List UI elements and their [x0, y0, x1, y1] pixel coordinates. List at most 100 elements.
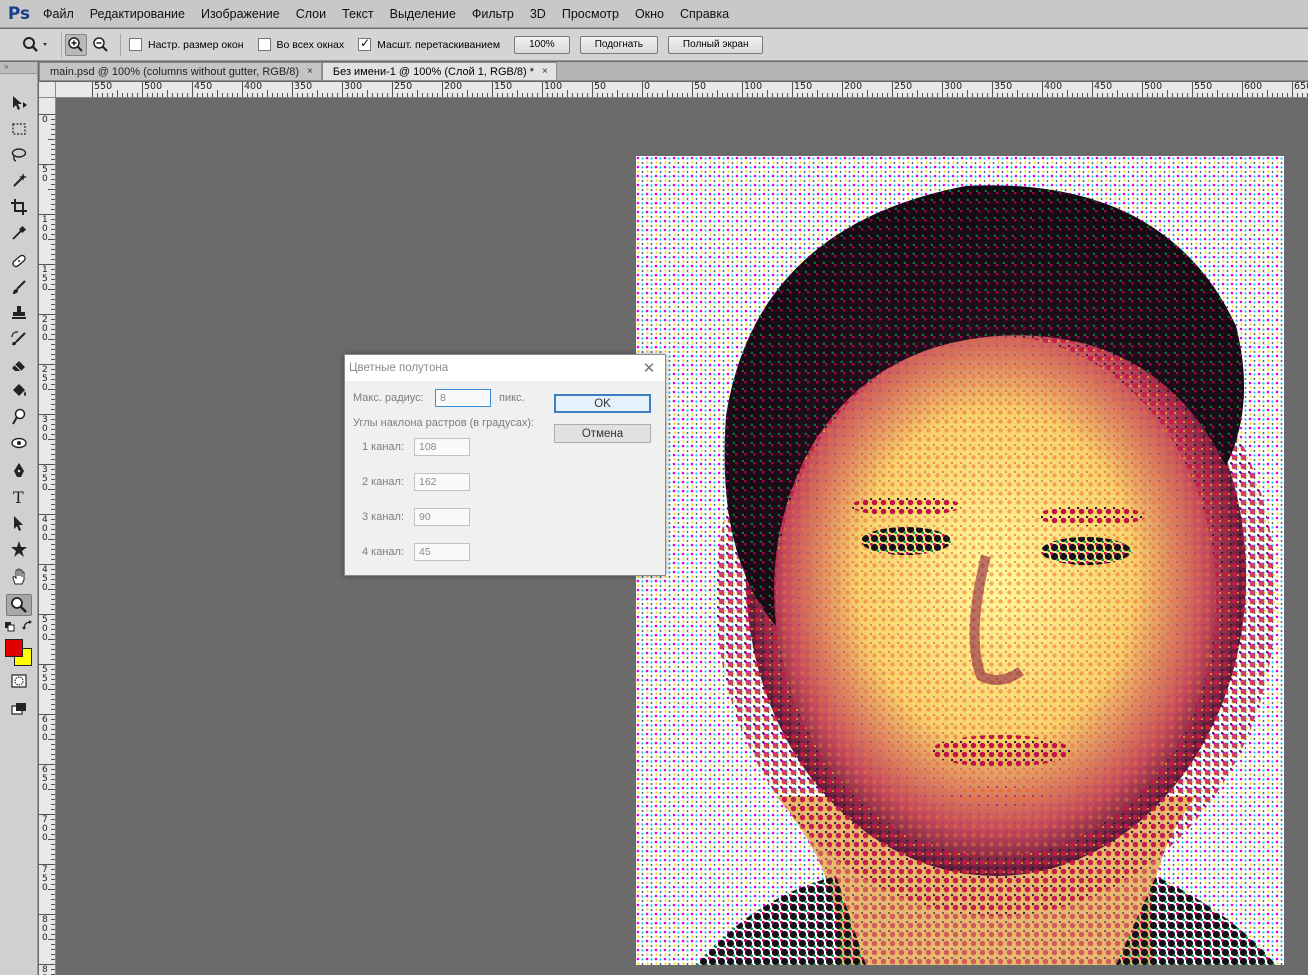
close-icon[interactable]: ✕ — [639, 358, 659, 378]
channel-4-input[interactable]: 45 — [414, 543, 470, 561]
ruler-v-minor-tick — [51, 784, 55, 785]
history-brush-tool[interactable] — [6, 328, 32, 350]
resize-windows-checkbox[interactable]: Настр. размер окон — [129, 38, 244, 51]
ruler-h-minor-tick — [477, 93, 478, 97]
ruler-v-minor-tick — [51, 229, 55, 230]
type-tool[interactable]: T — [6, 486, 32, 508]
ruler-h-minor-tick — [552, 93, 553, 97]
ruler-h-minor-tick — [1212, 93, 1213, 97]
menu-edit[interactable]: Редактирование — [83, 7, 192, 21]
ruler-h-minor-tick — [1132, 93, 1133, 97]
max-radius-label: Макс. радиус: — [353, 392, 424, 404]
cancel-button[interactable]: Отмена — [554, 424, 651, 443]
ruler-v-minor-tick — [51, 259, 55, 260]
channel-1-input[interactable]: 108 — [414, 438, 470, 456]
halftone-portrait-image[interactable] — [636, 156, 1284, 965]
menu-3d[interactable]: 3D — [523, 7, 553, 21]
healing-brush-tool[interactable] — [6, 250, 32, 272]
move-tool[interactable] — [6, 92, 32, 114]
crop-tool[interactable] — [6, 196, 32, 218]
hand-tool[interactable] — [6, 566, 32, 588]
ruler-h-minor-tick — [962, 93, 963, 97]
ruler-h-minor-tick — [172, 93, 173, 97]
dodge-tool[interactable] — [6, 406, 32, 428]
dodge-icon — [12, 408, 26, 425]
ruler-h-minor-tick — [422, 93, 423, 97]
close-tab-icon[interactable]: × — [542, 66, 548, 77]
ruler-h-minor-tick — [432, 93, 433, 97]
zoom-tool[interactable] — [6, 594, 32, 616]
channel-3-input[interactable]: 90 — [414, 508, 470, 526]
tool-preset-picker[interactable] — [8, 31, 62, 58]
resize-windows-box[interactable] — [129, 38, 142, 51]
fill-screen-button[interactable]: Полный экран — [667, 35, 764, 54]
pen-tool[interactable] — [6, 460, 32, 482]
ruler-origin[interactable] — [39, 82, 56, 98]
ruler-v-minor-tick — [51, 594, 55, 595]
ruler-h-minor-tick — [547, 93, 548, 97]
tab-main-psd[interactable]: main.psd @ 100% (columns without gutter,… — [39, 62, 322, 80]
path-selection-tool[interactable] — [6, 512, 32, 534]
toolbox-collapse-handle[interactable]: » — [0, 62, 37, 74]
scrubby-zoom-checkbox[interactable]: Масшт. перетаскиванием — [358, 36, 500, 51]
options-bar: Настр. размер окон Во всех окнах Масшт. … — [0, 29, 1308, 61]
ok-button[interactable]: OK — [554, 394, 651, 413]
horizontal-ruler[interactable]: 550 500 450 400 350 300 250 200 150 100 50 0 50 100 15… — [56, 82, 1308, 98]
dialog-titlebar[interactable]: Цветные полутона ✕ — [345, 355, 665, 381]
ruler-h-minor-tick — [1197, 93, 1198, 97]
channel-2-input[interactable]: 162 — [414, 473, 470, 491]
vertical-ruler[interactable]: 0 50 100 150 200 250 300 350 400 450 500 550 600 650 7… — [39, 98, 56, 975]
ruler-v-minor-tick — [51, 119, 55, 120]
menu-file[interactable]: Файл — [36, 7, 81, 21]
ruler-v-minor-tick — [51, 269, 55, 270]
menu-select[interactable]: Выделение — [383, 7, 463, 21]
ruler-h-minor-tick — [1172, 93, 1173, 97]
zoom-in-mode-button[interactable] — [65, 33, 87, 56]
custom-shape-tool[interactable] — [6, 538, 32, 560]
clone-stamp-tool[interactable] — [6, 302, 32, 324]
foreground-color-swatch[interactable] — [5, 639, 23, 657]
zoom-out-mode-button[interactable] — [90, 34, 112, 56]
eyedropper-tool[interactable] — [6, 222, 32, 244]
menu-filter[interactable]: Фильтр — [465, 7, 521, 21]
zoom-all-windows-checkbox[interactable]: Во всех окнах — [257, 38, 344, 51]
menu-image[interactable]: Изображение — [194, 7, 287, 21]
fit-screen-button[interactable]: Подогнать — [579, 35, 658, 54]
default-colors-icon[interactable] — [5, 622, 15, 632]
ruler-h-minor-tick — [517, 90, 518, 97]
magic-wand-tool[interactable] — [6, 170, 32, 192]
ruler-h-minor-tick — [362, 93, 363, 97]
ruler-h-minor-tick — [907, 93, 908, 97]
ruler-h-minor-tick — [927, 93, 928, 97]
menu-help[interactable]: Справка — [673, 7, 736, 21]
menu-layer[interactable]: Слои — [289, 7, 333, 21]
menu-view[interactable]: Просмотр — [555, 7, 626, 21]
screen-mode-button[interactable] — [6, 698, 32, 720]
ruler-v-minor-tick — [48, 289, 55, 290]
ruler-v-minor-tick — [51, 624, 55, 625]
blur-tool[interactable] — [6, 432, 32, 454]
max-radius-input[interactable]: 8 — [435, 389, 491, 407]
menu-type[interactable]: Текст — [335, 7, 380, 21]
tab-untitled-1[interactable]: Без имени-1 @ 100% (Слой 1, RGB/8) * × — [321, 62, 557, 80]
paint-bucket-tool[interactable] — [6, 380, 32, 402]
ruler-v-minor-tick — [51, 969, 55, 970]
ruler-h-minor-tick — [252, 93, 253, 97]
close-tab-icon[interactable]: × — [307, 66, 313, 77]
actual-pixels-button[interactable]: 100% — [514, 35, 570, 54]
ruler-h-minor-tick — [497, 93, 498, 97]
ruler-h-minor-tick — [437, 93, 438, 97]
ruler-v-minor-tick — [51, 324, 55, 325]
swap-colors-icon[interactable] — [22, 620, 34, 632]
all-windows-box[interactable] — [257, 38, 271, 51]
scrubby-zoom-box[interactable] — [358, 36, 372, 51]
eraser-tool[interactable] — [6, 354, 32, 376]
marquee-tool[interactable] — [6, 118, 32, 140]
menu-window[interactable]: Окно — [628, 7, 671, 21]
ruler-h-minor-tick — [632, 93, 633, 97]
screen-angles-label: Углы наклона растров (в градусах): — [353, 417, 535, 429]
quick-mask-button[interactable] — [6, 670, 32, 692]
ruler-h-minor-tick — [97, 93, 98, 97]
brush-tool[interactable] — [6, 276, 32, 298]
lasso-tool[interactable] — [6, 144, 32, 166]
